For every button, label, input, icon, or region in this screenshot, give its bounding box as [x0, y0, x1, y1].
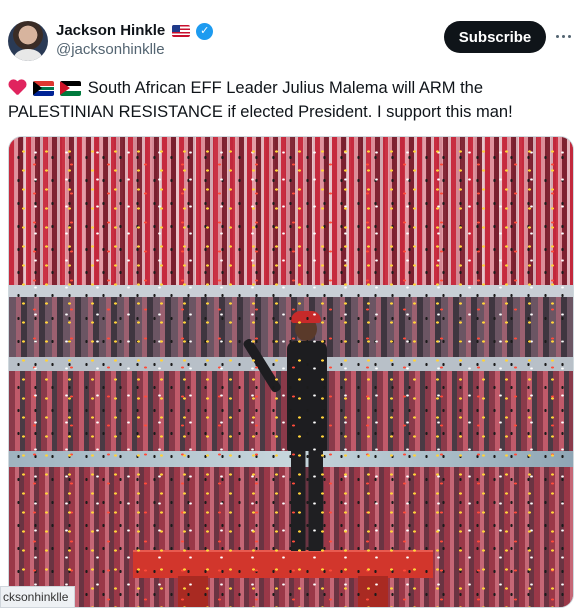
- confetti: [9, 137, 573, 607]
- verified-badge-icon[interactable]: ✓: [196, 22, 214, 40]
- subscribe-button[interactable]: Subscribe: [444, 21, 546, 53]
- us-flag-icon: [172, 25, 191, 37]
- tweet-text: South African EFF Leader Julius Malema w…: [8, 76, 568, 124]
- red-heart-icon: [8, 80, 26, 96]
- tweet-body: South African EFF Leader Julius Malema w…: [8, 79, 513, 121]
- display-name[interactable]: Jackson Hinkle: [56, 21, 165, 41]
- image-watermark: cksonhinklle: [0, 586, 76, 608]
- author-name-row[interactable]: Jackson Hinkle ✓: [56, 21, 214, 41]
- handle[interactable]: @jacksonhinklle: [56, 41, 165, 58]
- palestine-flag-icon: [60, 81, 82, 96]
- avatar[interactable]: [8, 21, 48, 61]
- tweet-media-image[interactable]: [8, 136, 574, 608]
- more-options-icon[interactable]: [553, 26, 573, 46]
- south-africa-flag-icon: [32, 81, 54, 96]
